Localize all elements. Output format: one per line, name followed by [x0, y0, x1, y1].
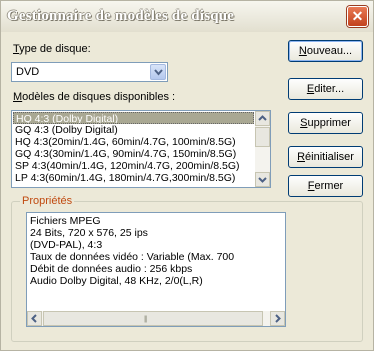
chevron-left-icon — [31, 314, 37, 323]
models-label: Modèles de disques disponibles : — [13, 91, 176, 103]
chevron-right-icon — [275, 314, 281, 323]
scroll-right-button[interactable] — [270, 311, 285, 326]
chevron-up-icon — [258, 115, 267, 121]
properties-text-box[interactable]: Fichiers MPEG 24 Bits, 720 x 576, 25 ips(… — [26, 212, 286, 327]
list-item[interactable]: GQ 4:3 (Dolby Digital) — [13, 124, 254, 136]
scroll-thumb[interactable] — [255, 127, 270, 147]
property-line: Débit de données audio : 256 kbps — [30, 263, 193, 275]
properties-group: Propriétés Fichiers MPEG 24 Bits, 720 x 5… — [11, 195, 363, 342]
disc-template-manager-dialog: Gestionnaire de modèles de disque ✕ Type… — [0, 0, 374, 351]
models-list-items: HQ 4:3 (Dolby Digital) GQ 4:3 (Dolby Digi… — [13, 112, 254, 184]
grip-icon: ||| — [144, 316, 148, 323]
list-item[interactable]: SP 4:3(40min/1.4G, 120min/4.7G, 200min/8… — [13, 160, 254, 172]
property-line: Audio Dolby Digital, 48 KHz, 2/0(L,R) — [30, 275, 203, 287]
chevron-down-icon — [154, 69, 163, 76]
properties-horizontal-scrollbar[interactable]: ||| — [27, 311, 285, 326]
window-title: Gestionnaire de modèles de disque — [7, 8, 235, 24]
reset-button[interactable]: Réinitialiser — [288, 146, 363, 168]
properties-title: Propriétés — [20, 195, 75, 207]
close-icon: ✕ — [351, 8, 364, 24]
property-line: Taux de données vidéo : Variable (Max. 7… — [30, 251, 235, 263]
horizontal-scroll-thumb[interactable]: ||| — [43, 311, 263, 326]
models-vertical-scrollbar[interactable] — [255, 111, 270, 187]
list-item[interactable]: HQ 4:3 (Dolby Digital) — [13, 112, 254, 124]
new-button[interactable]: Nouveau... — [288, 40, 363, 62]
disc-type-value: DVD — [16, 66, 40, 78]
close-button[interactable]: Fermer — [288, 175, 363, 197]
title-bar[interactable]: Gestionnaire de modèles de disque ✕ — [1, 1, 373, 32]
disc-type-select[interactable]: DVD — [11, 62, 168, 82]
delete-button[interactable]: Supprimer — [288, 112, 363, 134]
property-line: 24 Bits, 720 x 576, 25 ips — [30, 227, 148, 239]
list-item[interactable]: LP 4:3(60min/1.4G, 180min/4.7G,300min/8.… — [13, 172, 254, 184]
list-item[interactable]: GQ 4:3(30min/1.4G, 90min/4.7G, 150min/8.… — [13, 148, 254, 160]
edit-button[interactable]: Editer... — [288, 78, 363, 100]
scroll-up-button[interactable] — [255, 111, 270, 126]
list-item[interactable]: HQ 4:3(20min/1.4G, 60min/4.7G, 100min/8.… — [13, 136, 254, 148]
chevron-down-icon — [258, 177, 267, 183]
close-window-button[interactable]: ✕ — [347, 6, 368, 27]
property-line: Fichiers MPEG — [30, 215, 101, 227]
property-line: (DVD-PAL), 4:3 — [30, 239, 103, 251]
disc-type-label: Type de disque: — [13, 43, 91, 55]
scroll-down-button[interactable] — [255, 172, 270, 187]
scroll-left-button[interactable] — [27, 311, 42, 326]
properties-lines: Fichiers MPEG 24 Bits, 720 x 576, 25 ips(… — [30, 215, 285, 287]
disc-type-dropdown-button[interactable] — [150, 64, 166, 80]
models-list[interactable]: HQ 4:3 (Dolby Digital) GQ 4:3 (Dolby Digi… — [11, 110, 271, 188]
